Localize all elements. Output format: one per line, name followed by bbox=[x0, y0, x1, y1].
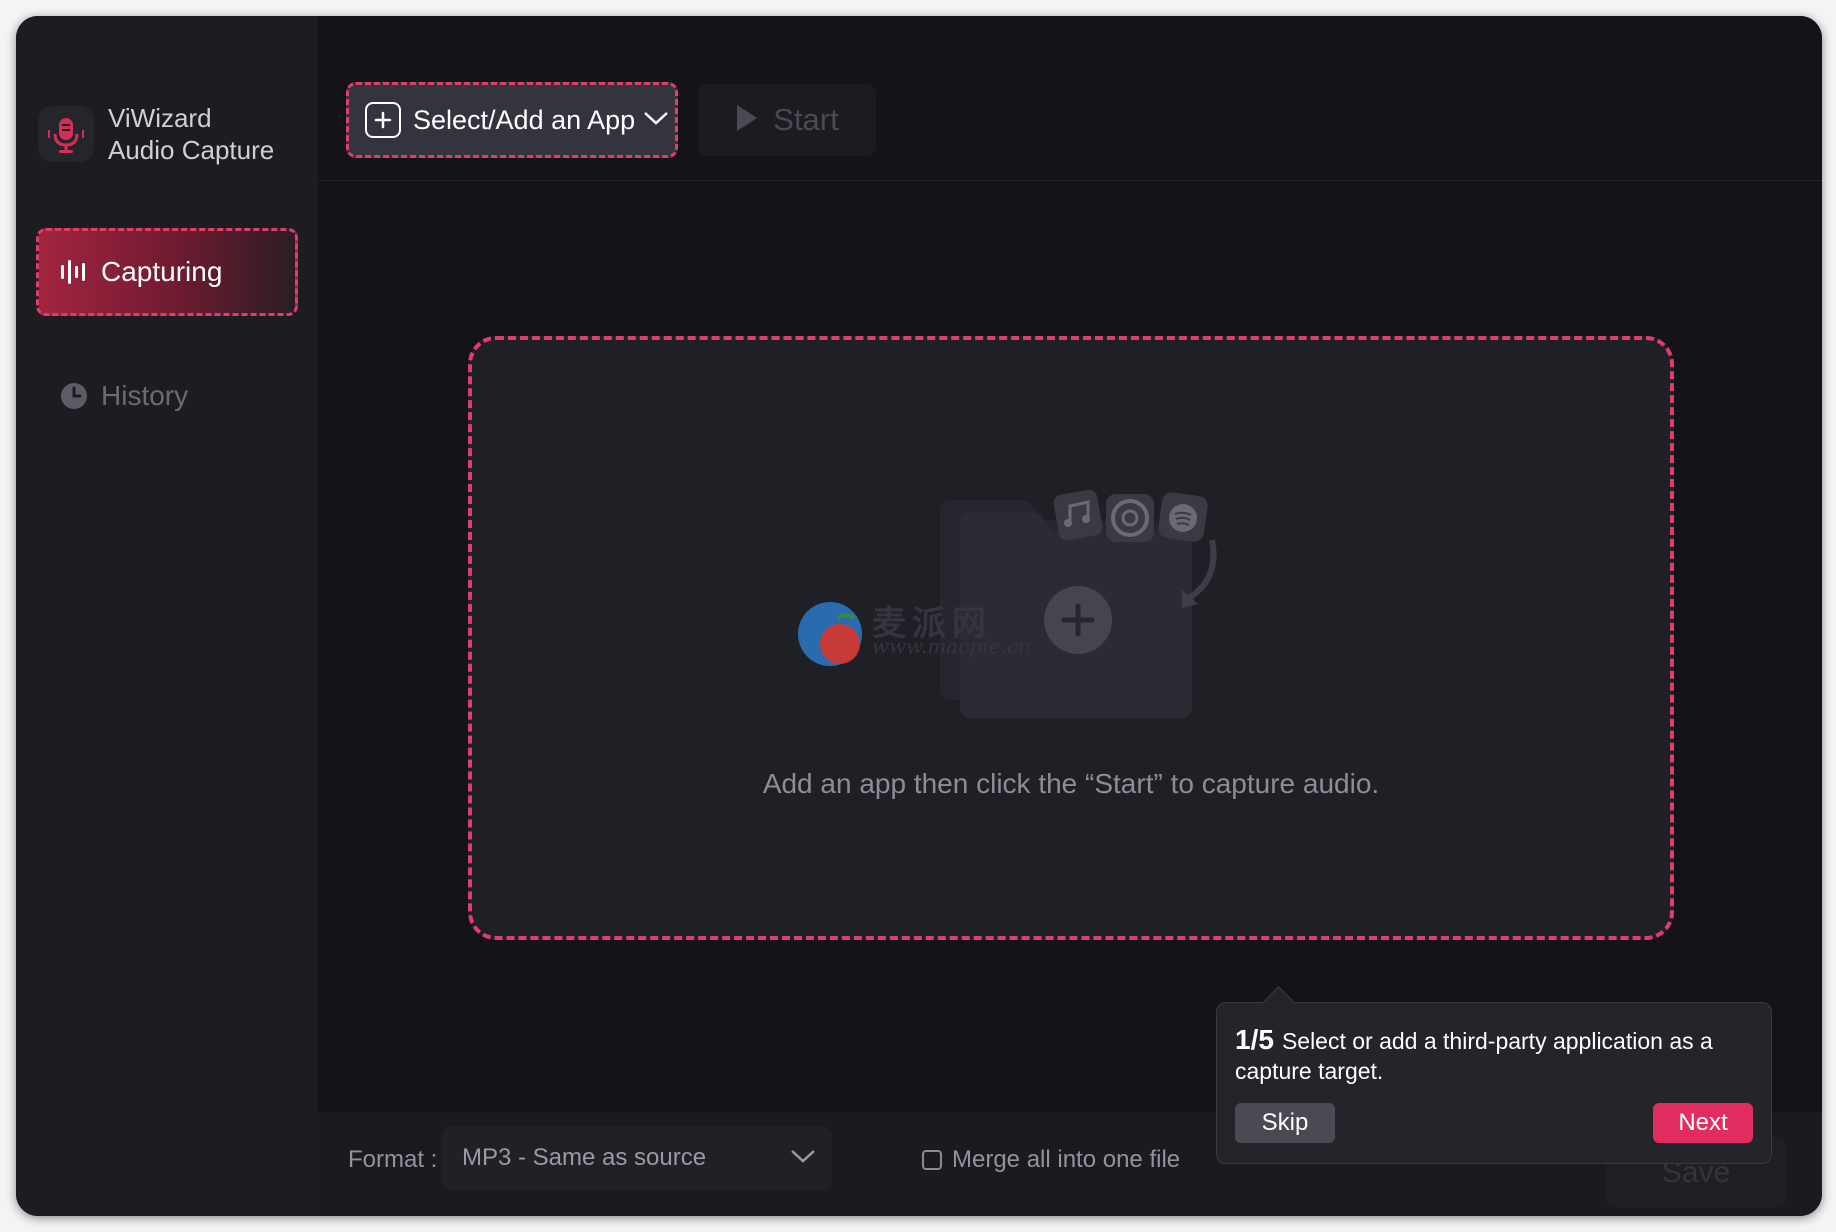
watermark-url: www.macpie.cn bbox=[872, 634, 1031, 658]
skip-button[interactable]: Skip bbox=[1235, 1103, 1335, 1143]
tooltip-step: 1/5 bbox=[1235, 1024, 1274, 1055]
sidebar: ViWizard Audio Capture Capturing History bbox=[16, 16, 318, 1216]
merge-option[interactable]: Merge all into one file bbox=[922, 1146, 1180, 1174]
watermark-logo-icon bbox=[798, 602, 862, 666]
merge-label: Merge all into one file bbox=[952, 1146, 1181, 1173]
app-drop-zone[interactable]: 麦派网 www.macpie.cn Add an app then click … bbox=[468, 336, 1674, 940]
main-panel: Select/Add an App Start 麦派网 www.macpie.c… bbox=[318, 16, 1822, 1112]
spotify-icon bbox=[1158, 492, 1208, 542]
sidebar-item-history[interactable]: History bbox=[36, 352, 298, 440]
microphone-logo-icon bbox=[38, 106, 94, 162]
plus-circle-icon bbox=[1044, 586, 1112, 654]
start-label: Start bbox=[773, 102, 839, 137]
next-button[interactable]: Next bbox=[1653, 1103, 1753, 1143]
toolbar: Select/Add an App Start bbox=[318, 16, 1822, 181]
music-note-icon bbox=[1053, 489, 1103, 541]
chevron-down-icon bbox=[790, 1148, 816, 1169]
sidebar-item-capturing[interactable]: Capturing bbox=[36, 228, 298, 316]
tooltip-text: 1/5 Select or add a third-party applicati… bbox=[1235, 1025, 1753, 1086]
format-value: MP3 - Same as source bbox=[462, 1144, 707, 1171]
brand: ViWizard Audio Capture bbox=[38, 102, 274, 166]
plus-icon bbox=[365, 102, 401, 138]
format-label: Format : bbox=[348, 1146, 438, 1173]
empty-state-hint: Add an app then click the “Start” to cap… bbox=[762, 768, 1380, 799]
app-name: ViWizard bbox=[108, 103, 212, 133]
format-select[interactable]: MP3 - Same as source bbox=[442, 1126, 832, 1190]
sidebar-item-label: Capturing bbox=[101, 256, 223, 287]
app-window: ViWizard Audio Capture Capturing History… bbox=[16, 16, 1822, 1216]
waveform-icon bbox=[57, 255, 91, 289]
sidebar-item-label: History bbox=[101, 380, 189, 411]
app-subtitle: Audio Capture bbox=[108, 135, 275, 165]
start-button[interactable]: Start bbox=[698, 84, 876, 156]
select-add-app-label: Select/Add an App bbox=[413, 104, 636, 135]
play-icon bbox=[735, 103, 759, 138]
chevron-down-icon bbox=[643, 110, 669, 131]
clock-icon bbox=[57, 379, 91, 413]
merge-checkbox[interactable] bbox=[922, 1150, 942, 1170]
chrome-icon bbox=[1106, 494, 1154, 542]
tooltip-message: Select or add a third-party application … bbox=[1235, 1028, 1713, 1084]
onboarding-tooltip: 1/5 Select or add a third-party applicati… bbox=[1216, 986, 1772, 1164]
select-add-app-button[interactable]: Select/Add an App bbox=[346, 82, 678, 158]
